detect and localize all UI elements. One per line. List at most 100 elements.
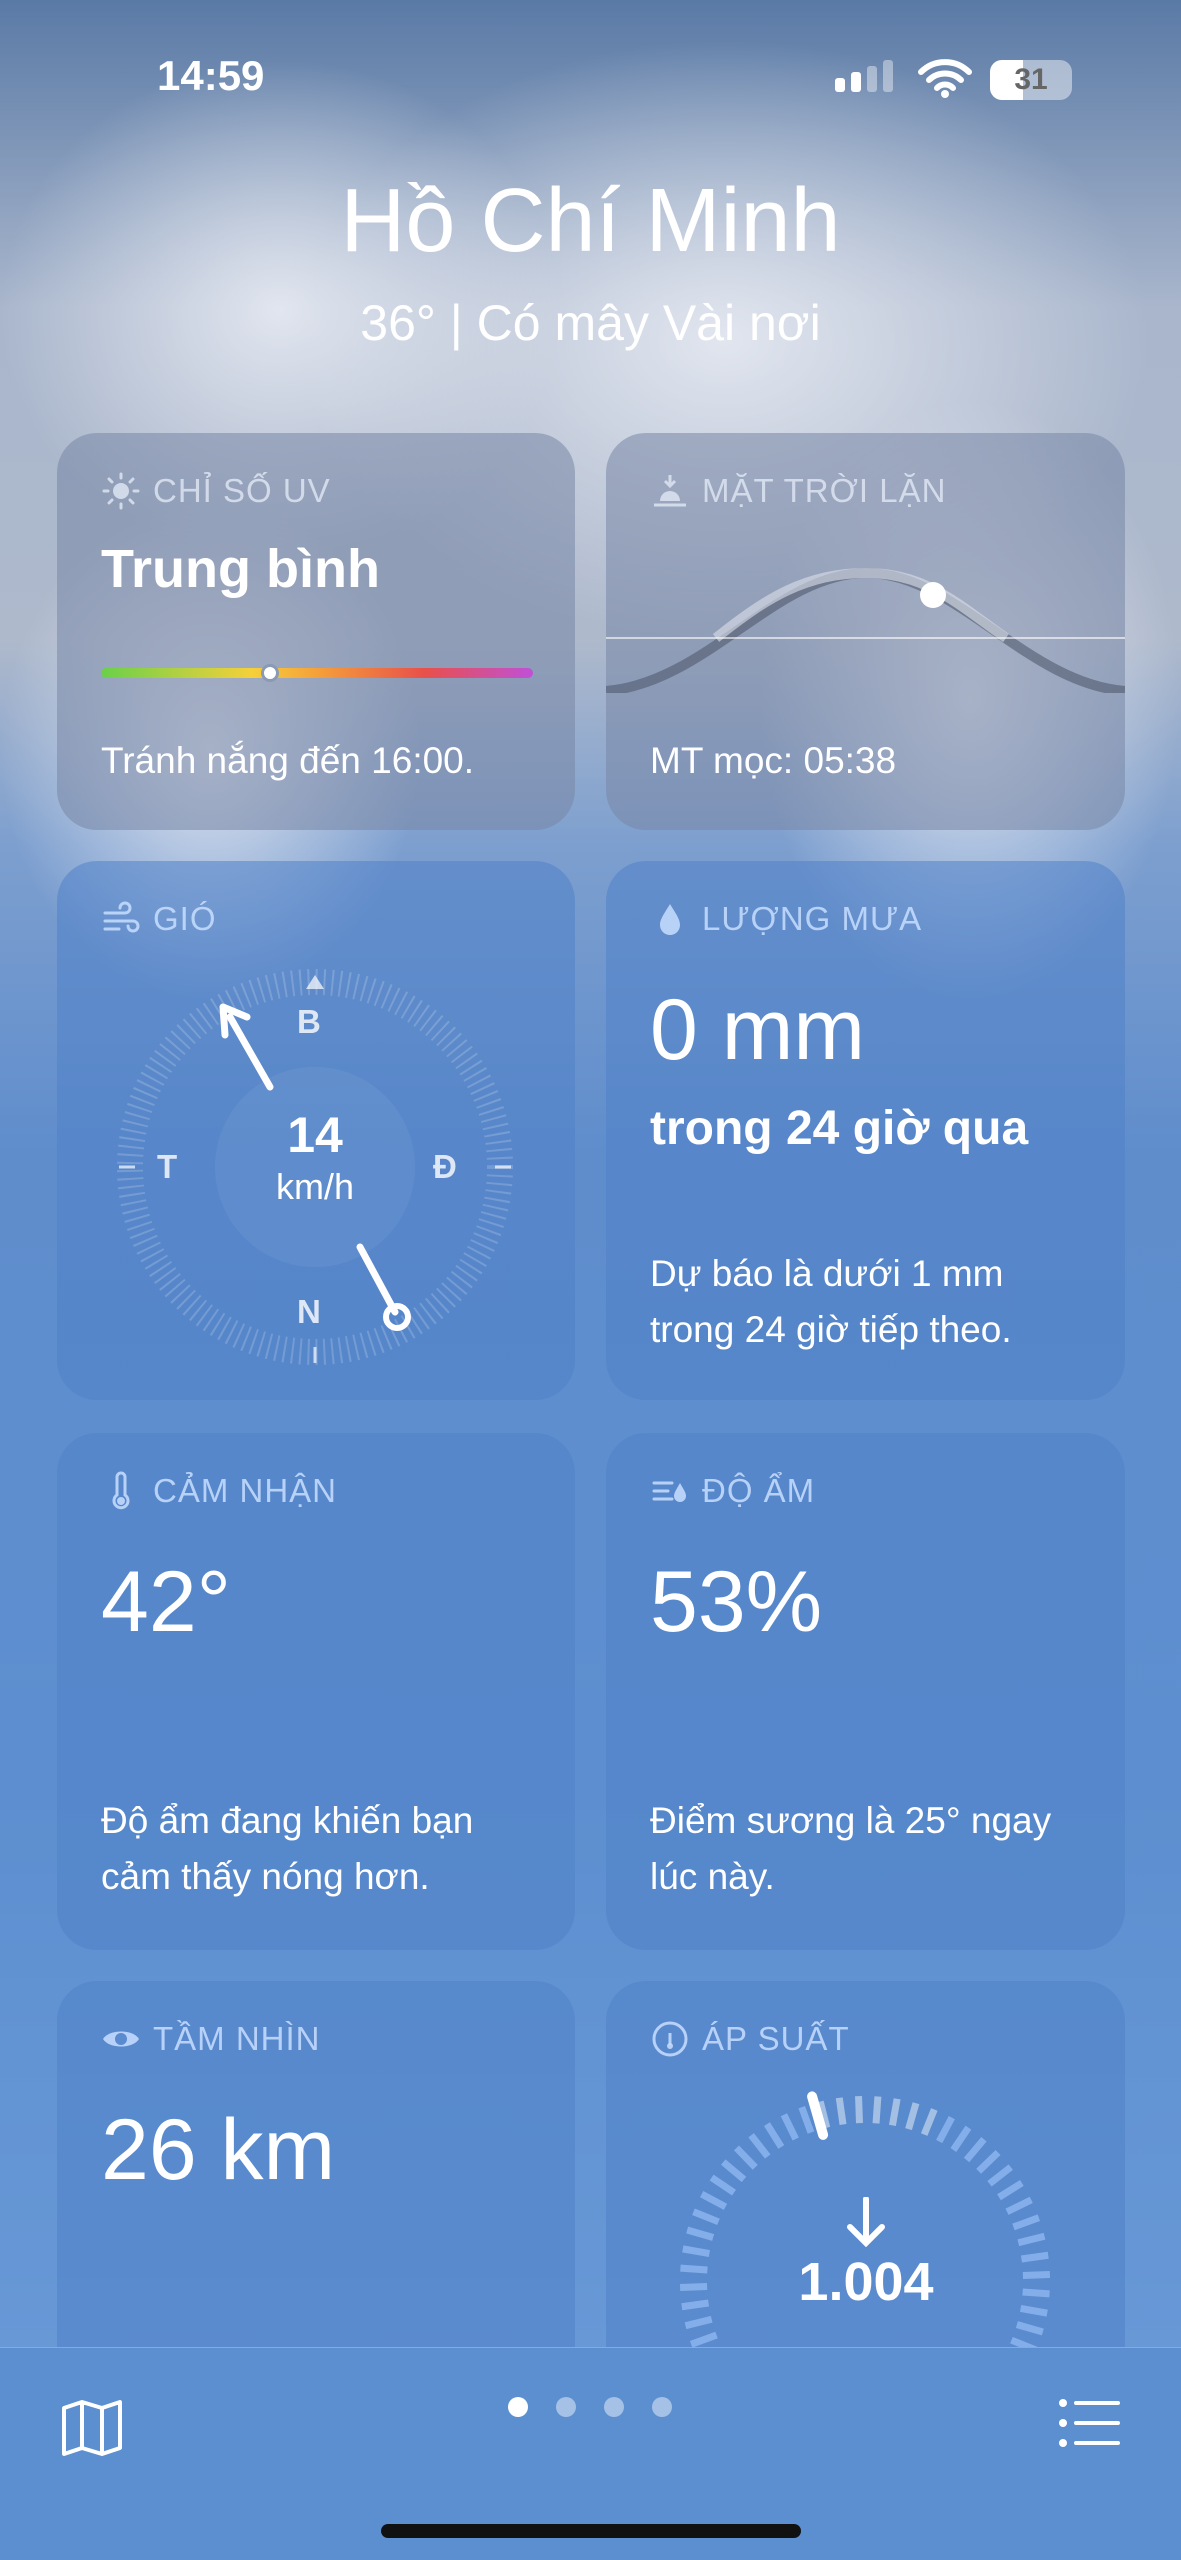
sun-icon — [102, 472, 140, 510]
gauge-tick — [1005, 2196, 1033, 2215]
sun-path-chart — [606, 567, 1125, 693]
wind-unit: km/h — [275, 1166, 354, 1207]
map-icon[interactable] — [60, 2398, 124, 2458]
gauge-tick — [997, 2179, 1024, 2201]
humidity-value: 53% — [650, 1554, 823, 1650]
gauge-tick — [1019, 2304, 1048, 2317]
list-icon[interactable] — [1058, 2398, 1120, 2448]
gauge-tick — [680, 2264, 708, 2274]
gauge-tick — [679, 2283, 708, 2291]
gauge-tick — [692, 2208, 720, 2226]
visibility-header: TẦM NHÌN — [101, 2019, 321, 2059]
sunset-header: MẶT TRỜI LẶN — [650, 471, 946, 511]
sunset-icon — [654, 475, 686, 507]
sunset-card[interactable]: MẶT TRỜI LẶN MT mọc: 05:38 — [606, 433, 1125, 830]
rain-period: trong 24 giờ qua — [650, 1102, 1029, 1155]
sunset-label: MẶT TRỜI LẶN — [702, 472, 947, 509]
gauge-tick — [905, 2102, 920, 2131]
bottom-toolbar — [0, 2347, 1181, 2560]
raindrop-icon — [660, 904, 680, 935]
gauge-tick — [1022, 2271, 1051, 2279]
gauge-tick — [689, 2331, 718, 2348]
gauge-tick — [763, 2122, 785, 2149]
sun-position — [920, 582, 946, 608]
pressure-value: 1.004 — [798, 2252, 934, 2312]
feels-value: 42° — [101, 1554, 232, 1650]
gauge-tick — [721, 2159, 747, 2183]
home-indicator — [381, 2524, 801, 2538]
humidity-card[interactable]: ĐỘ ẨM 53% Điểm sương là 25° ngay lúc này… — [606, 1433, 1125, 1950]
compass-east: Đ — [433, 1148, 457, 1185]
gauge-tick — [700, 2191, 728, 2210]
page-dot[interactable] — [604, 2397, 624, 2417]
gauge-tick — [684, 2315, 713, 2330]
uv-level: Trung bình — [101, 539, 380, 599]
uv-card[interactable]: CHỈ SỐ UV Trung bình Tránh nắng đến 16:0… — [57, 433, 575, 830]
gauge-tick — [888, 2098, 901, 2127]
eye-icon — [103, 2031, 139, 2047]
uv-scale — [101, 664, 533, 682]
gauge-tick — [976, 2149, 1001, 2174]
rain-header: LƯỢNG MƯA — [650, 899, 922, 939]
visibility-value: 26 km — [101, 2102, 336, 2198]
gauge-tick — [1022, 2288, 1050, 2298]
gauge-tick — [798, 2105, 815, 2134]
wind-speed: 14 — [287, 1107, 343, 1163]
feels-like-card[interactable]: CẢM NHẬN 42° Độ ẩm đang khiến bạn cảm th… — [57, 1433, 575, 1950]
gauge-tick — [987, 2164, 1013, 2187]
gauge-tick — [835, 2097, 847, 2126]
arrow-down-icon — [847, 2197, 885, 2247]
thermometer-icon — [112, 1471, 130, 1510]
precipitation-card[interactable]: LƯỢNG MƯA 0 mm trong 24 giờ qua Dự báo l… — [606, 861, 1125, 1400]
gauge-tick — [950, 2125, 972, 2152]
feels-header: CẢM NHẬN — [101, 1471, 337, 1511]
gauge-tick — [1017, 2232, 1046, 2247]
gauge-icon — [652, 2021, 688, 2057]
gauge-tick — [686, 2226, 715, 2241]
city-name: Hồ Chí Minh — [340, 171, 841, 271]
compass-south: N — [297, 1293, 321, 1330]
battery-icon: 31 — [990, 60, 1072, 100]
wifi-icon — [918, 59, 972, 98]
gauge-tick — [920, 2108, 938, 2136]
page-dot[interactable] — [652, 2397, 672, 2417]
humidity-desc: Điểm sương là 25° ngay lúc này. — [650, 1800, 1052, 1897]
feels-label: CẢM NHẬN — [153, 1472, 338, 1509]
feels-desc: Độ ẩm đang khiến bạn cảm thấy nóng hơn. — [101, 1800, 474, 1897]
gauge-tick — [780, 2113, 799, 2141]
gauge-tick — [1015, 2321, 1044, 2336]
wind-label: GIÓ — [153, 900, 217, 937]
rain-value: 0 mm — [650, 982, 865, 1078]
pressure-header: ÁP SUẤT — [650, 2019, 850, 2059]
uv-header: CHỈ SỐ UV — [101, 471, 331, 511]
visibility-label: TẦM NHÌN — [153, 2020, 321, 2057]
gauge-tick — [963, 2137, 987, 2163]
compass-west: T — [157, 1148, 178, 1185]
gauge-tick — [709, 2174, 736, 2196]
signal-icon — [835, 60, 893, 92]
uv-label: CHỈ SỐ UV — [153, 472, 331, 509]
gauge-tick — [872, 2096, 882, 2124]
page-dot[interactable] — [556, 2397, 576, 2417]
page-dot[interactable] — [508, 2397, 528, 2417]
uv-desc: Tránh nắng đến 16:00. — [101, 740, 475, 781]
uv-marker — [260, 664, 279, 682]
humidity-header: ĐỘ ẨM — [650, 1471, 815, 1511]
wind-header: GIÓ — [101, 899, 217, 939]
humidity-icon — [652, 1481, 686, 1502]
gauge-tick — [748, 2133, 771, 2159]
gauge-tick — [855, 2095, 863, 2124]
sunrise-desc: MT mọc: 05:38 — [650, 740, 897, 781]
page-indicator[interactable] — [508, 2397, 672, 2417]
compass-north: B — [297, 1003, 321, 1040]
gauge-tick — [682, 2245, 711, 2258]
pressure-label: ÁP SUẤT — [702, 2020, 850, 2057]
gauge-tick — [1012, 2214, 1041, 2231]
wind-card[interactable]: GIÓ B N T Đ 14 km/h — [57, 861, 575, 1400]
wind-icon — [103, 901, 140, 933]
rain-label: LƯỢNG MƯA — [702, 900, 923, 937]
gauge-tick — [1020, 2251, 1049, 2263]
status-time: 14:59 — [157, 52, 265, 99]
gauge-tick — [936, 2116, 955, 2144]
battery-level: 31 — [1014, 63, 1048, 96]
